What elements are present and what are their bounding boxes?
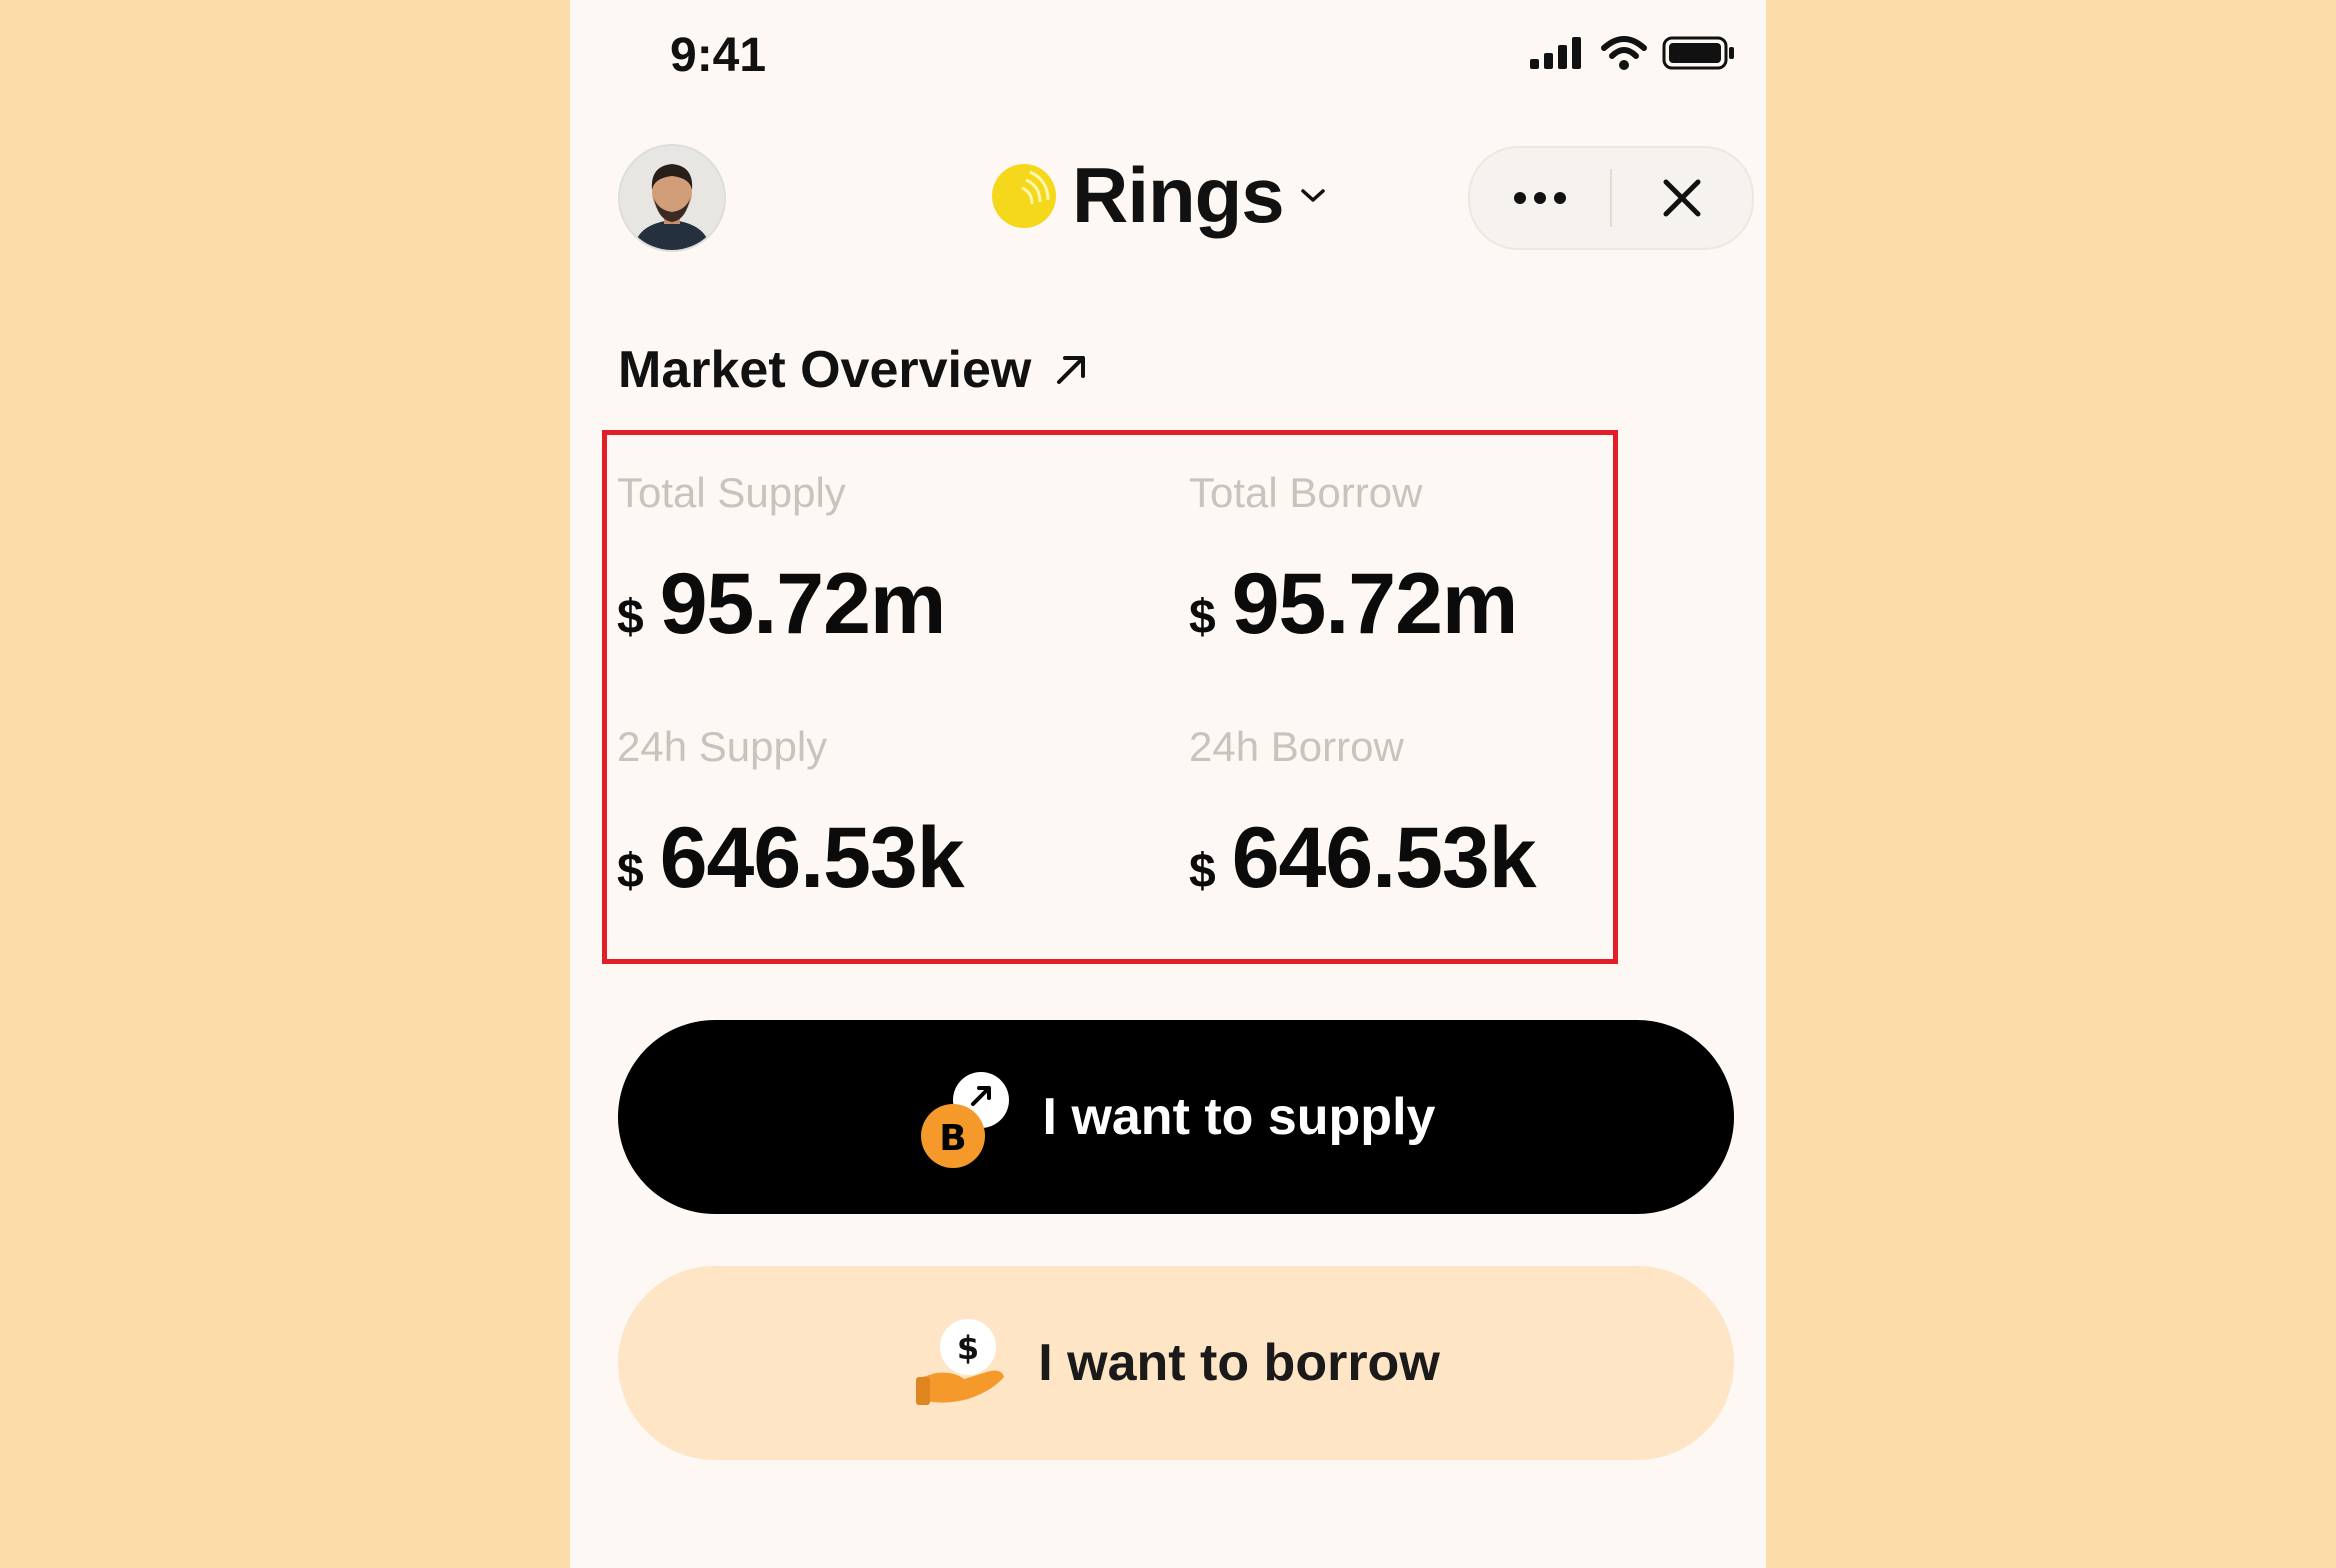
window-controls (1468, 146, 1754, 250)
app-name: Rings (1072, 151, 1285, 239)
phone-screen: 9:41 Rings Market Overview Total Supply … (570, 0, 1766, 1568)
signal-icon (1530, 37, 1581, 69)
stat-24h-supply: 24h Supply $ 646.53k (617, 723, 965, 908)
more-button[interactable] (1470, 148, 1610, 248)
status-icons (1530, 36, 1736, 70)
svg-text:B: B (939, 1118, 966, 1159)
stat-amount: 646.53k (1231, 810, 1537, 906)
user-avatar[interactable] (618, 144, 726, 252)
rings-logo-icon (992, 163, 1056, 228)
market-overview-title: Market Overview (618, 341, 1032, 399)
wifi-icon (1601, 36, 1647, 70)
more-dots-icon (1514, 192, 1566, 204)
stat-total-borrow: Total Borrow $ 95.72m (1189, 469, 1519, 654)
arrow-up-right-icon (1057, 356, 1086, 384)
stat-value: $ 646.53k (1189, 809, 1537, 908)
borrow-button[interactable]: $ I want to borrow (618, 1266, 1734, 1460)
stat-label: 24h Supply (617, 723, 828, 770)
close-button[interactable] (1612, 148, 1752, 248)
borrow-hand-coin-icon: $ (916, 1319, 1005, 1405)
supply-label: I want to supply (1042, 1088, 1436, 1146)
stat-label: Total Supply (617, 469, 846, 516)
market-stats-highlight: Total Supply $ 95.72m Total Borrow $ 95.… (602, 430, 1618, 964)
currency-symbol: $ (617, 591, 644, 644)
stat-label: Total Borrow (1189, 469, 1423, 516)
stat-amount: 95.72m (1231, 556, 1519, 652)
currency-symbol: $ (617, 845, 644, 898)
currency-symbol: $ (1189, 591, 1216, 644)
app-switcher[interactable]: Rings (990, 150, 1328, 241)
chevron-down-icon (1300, 188, 1325, 202)
supply-button[interactable]: B I want to supply (618, 1020, 1734, 1214)
avatar-image (620, 146, 724, 250)
stat-label: 24h Borrow (1189, 723, 1404, 770)
stat-value: $ 95.72m (617, 555, 947, 654)
stat-24h-borrow: 24h Borrow $ 646.53k (1189, 723, 1537, 908)
borrow-label: I want to borrow (1038, 1334, 1440, 1392)
svg-text:$: $ (957, 1329, 979, 1367)
battery-icon (1662, 36, 1734, 70)
stat-total-supply: Total Supply $ 95.72m (617, 469, 947, 654)
stat-amount: 95.72m (659, 556, 947, 652)
status-bar: 9:41 (570, 0, 1766, 110)
status-time: 9:41 (670, 29, 767, 82)
stat-value: $ 646.53k (617, 809, 965, 908)
supply-coins-icon: B (920, 1072, 1009, 1168)
close-icon (1663, 179, 1701, 217)
stat-amount: 646.53k (659, 810, 965, 906)
currency-symbol: $ (1189, 845, 1216, 898)
market-overview-link[interactable]: Market Overview (618, 340, 1089, 400)
stat-value: $ 95.72m (1189, 555, 1519, 654)
